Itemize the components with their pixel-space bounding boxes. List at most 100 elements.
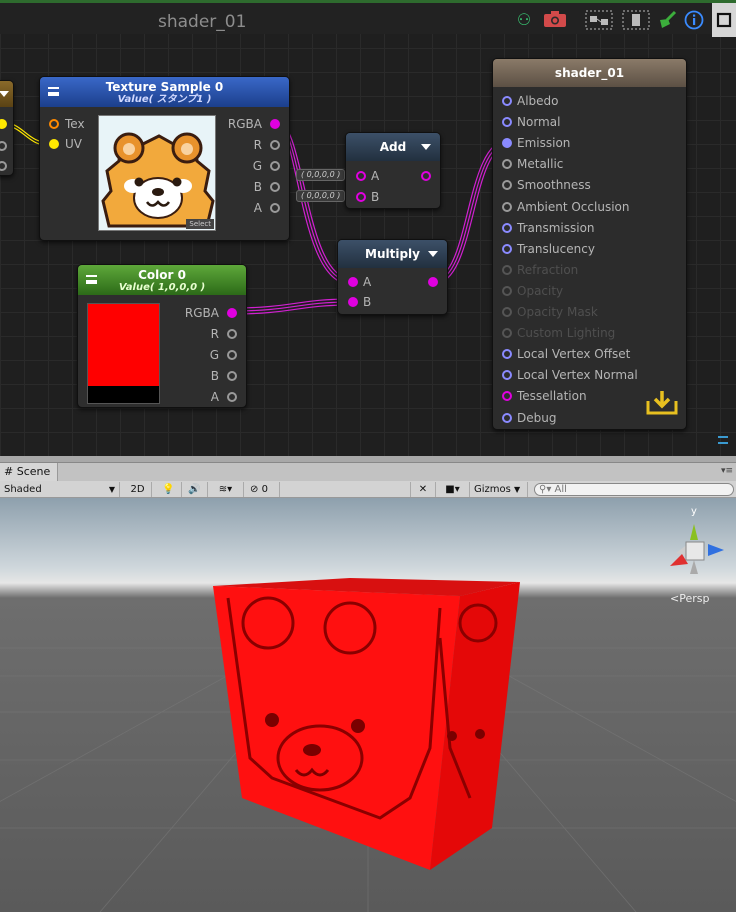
color-node-subtitle: Value( 1,0,0,0 ) [118,282,206,293]
shading-mode-value: Shaded [4,484,42,495]
port-opacity-mask [502,307,512,317]
color-swatch-fill [88,304,159,386]
camera-icon[interactable] [542,10,568,30]
share-icon[interactable]: ⚇ [514,10,534,30]
label-add-b: B [371,190,380,204]
persp-arrow-icon: < [670,592,680,605]
menu-icon[interactable] [86,275,97,284]
panel-menu-icon[interactable]: ▾≡ [721,466,733,476]
port-ambient-occlusion[interactable] [502,202,512,212]
texture-sample-node[interactable]: Texture Sample 0 Value( スタンプ1 ) Tex UV S… [39,76,290,241]
port-color-b[interactable] [227,371,237,381]
port-transmission[interactable] [502,223,512,233]
effects-dropdown[interactable]: ≋▾ [208,482,244,497]
shading-mode-dropdown[interactable]: Shaded ▼ [0,482,120,497]
scene-render [0,524,736,912]
label-local-vertex-offset: Local Vertex Offset [517,347,631,361]
list-icon[interactable] [718,436,728,444]
select-button[interactable]: Select [186,219,214,229]
multiply-node-header: Multiply [338,240,447,268]
color-node[interactable]: Color 0 Value( 1,0,0,0 ) RGBA R G B A [77,264,247,408]
red-panda-image [101,132,215,228]
add-b-default-chip[interactable]: ( 0,0,0,0 ) [296,190,346,202]
port-smoothness[interactable] [502,180,512,190]
port-uv[interactable] [49,139,59,149]
port-b-out[interactable] [270,182,280,192]
node-view-icon[interactable] [585,10,613,30]
texture-node-title: Texture Sample 0 [105,80,224,94]
port-a-out[interactable] [270,203,280,213]
port-add-a[interactable] [356,171,366,181]
persp-toggle[interactable]: <Persp [670,592,709,605]
port-emission[interactable] [502,138,512,148]
label-smoothness: Smoothness [517,178,591,192]
lighting-toggle[interactable]: 💡 [156,482,182,497]
port-tessellation[interactable] [502,391,512,401]
shader-editor[interactable]: shader_01 ⚇ Texture Sample 0 Value(スタンプ… [0,0,736,456]
tools-toggle[interactable]: ✕ [410,482,436,497]
port-metallic[interactable] [502,159,512,169]
color-swatch[interactable] [87,303,160,404]
label-rgba-out: RGBA [227,117,262,131]
port-custom-lighting [502,328,512,338]
port-tex[interactable] [49,119,59,129]
port-multiply-b[interactable] [348,297,358,307]
multiply-node[interactable]: Multiply A B [337,239,448,315]
port-debug[interactable] [502,413,512,423]
chevron-down-icon[interactable] [421,144,431,150]
info-icon[interactable] [684,10,704,30]
port-out-0[interactable] [0,119,7,129]
gizmos-label: Gizmos [474,484,511,495]
camera-dropdown[interactable]: ■▾ [436,482,470,497]
port-color-rgba[interactable] [227,308,237,318]
texture-node-header: Texture Sample 0 Value( スタンプ1 ) [40,77,289,107]
scene-tab[interactable]: # Scene [0,463,58,481]
maximize-icon[interactable] [712,3,736,37]
port-color-a[interactable] [227,392,237,402]
add-node[interactable]: Add A B [345,132,441,209]
hidden-objects-toggle[interactable]: ⊘ 0 [246,482,280,497]
port-add-b[interactable] [356,192,366,202]
partial-node[interactable] [0,80,14,176]
port-r-out[interactable] [270,140,280,150]
label-r-out: R [253,138,262,152]
eye-slash-icon: ⊘ [250,484,259,495]
port-local-vertex-offset[interactable] [502,349,512,359]
chevron-down-icon[interactable] [0,91,9,97]
broom-icon[interactable] [656,10,678,30]
menu-icon[interactable] [48,87,59,96]
doc-icon[interactable] [622,10,650,30]
port-rgba-out[interactable] [270,119,280,129]
label-tessellation: Tessellation [517,389,587,403]
2d-toggle[interactable]: 2D [124,482,152,497]
port-color-r[interactable] [227,329,237,339]
audio-toggle[interactable]: 🔊 [182,482,208,497]
video-camera-icon: ■▾ [445,484,460,495]
port-add-out[interactable] [421,171,431,181]
save-download-icon[interactable] [645,389,679,417]
search-field[interactable]: ⚲▾ All [534,483,734,496]
label-b-out: B [253,180,262,194]
port-albedo[interactable] [502,96,512,106]
scene-viewport[interactable]: y <Persp [0,498,736,912]
texture-node-subtitle: Value( スタンプ1 ) [117,94,212,105]
port-multiply-out[interactable] [428,277,438,287]
layers-icon: ≋▾ [218,484,233,495]
port-translucency[interactable] [502,244,512,254]
port-color-g[interactable] [227,350,237,360]
texture-preview[interactable]: Select [98,115,216,231]
output-node[interactable]: shader_01 Albedo Normal Emission Metalli… [492,58,687,430]
label-add-a: A [371,169,380,183]
port-multiply-a[interactable] [348,277,358,287]
gizmos-dropdown[interactable]: Gizmos ▼ [470,482,528,497]
label-local-vertex-normal: Local Vertex Normal [517,368,638,382]
add-a-default-chip[interactable]: ( 0,0,0,0 ) [296,169,346,181]
port-out-1[interactable] [0,141,7,151]
2d-label: 2D [130,484,145,495]
port-out-2[interactable] [0,161,7,171]
label-transmission: Transmission [517,221,595,235]
chevron-down-icon[interactable] [428,251,438,257]
port-local-vertex-normal[interactable] [502,370,512,380]
port-normal[interactable] [502,117,512,127]
port-g-out[interactable] [270,161,280,171]
